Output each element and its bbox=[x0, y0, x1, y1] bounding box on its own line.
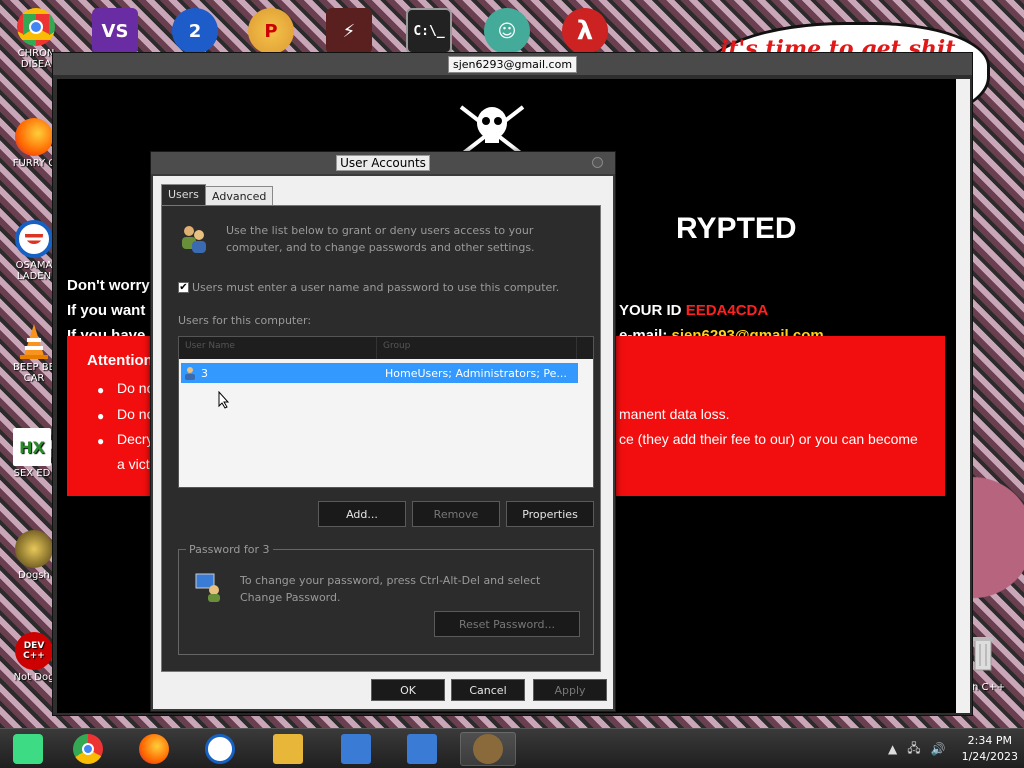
network-setup-icon bbox=[341, 734, 371, 764]
tab-users[interactable]: Users bbox=[161, 184, 206, 206]
close-icon[interactable] bbox=[592, 157, 603, 168]
user-computer-icon bbox=[195, 573, 220, 602]
password-help-text: To change your password, press Ctrl-Alt-… bbox=[240, 574, 541, 604]
bullet-dot: ● bbox=[97, 383, 105, 397]
bullet-3: Decry bbox=[117, 431, 154, 447]
user-icon bbox=[185, 367, 195, 380]
user-name-cell: 3 bbox=[201, 366, 208, 380]
tab-advanced[interactable]: Advanced bbox=[205, 186, 274, 206]
password-group-label: Password for 3 bbox=[186, 543, 273, 556]
group-cell: HomeUsers; Administrators; Pe... bbox=[385, 366, 567, 380]
column-header-user-name[interactable]: User Name bbox=[179, 337, 377, 359]
bullet-2-right: manent data loss. bbox=[619, 406, 730, 422]
users-intro-text: Use the list below to grant or deny user… bbox=[226, 224, 535, 254]
ransom-id-value: EEDA4CDA bbox=[685, 302, 769, 319]
remove-user-button[interactable]: Remove bbox=[412, 501, 500, 527]
ransom-title: sjen6293@gmail.com bbox=[447, 55, 578, 73]
dialog-titlebar[interactable]: User Accounts bbox=[151, 152, 615, 174]
encrypted-heading: RYPTED bbox=[676, 212, 797, 245]
dialog-title: User Accounts bbox=[336, 155, 430, 171]
visual-studio-icon[interactable]: VS bbox=[92, 8, 138, 54]
users-list-label: Users for this computer: bbox=[178, 314, 312, 327]
folder-icon bbox=[273, 734, 303, 764]
taskbar: ▲ 🖧 🔊 2:34 PM 1/24/2023 bbox=[0, 728, 1024, 768]
half-life-icon[interactable]: λ bbox=[562, 8, 608, 54]
ransom-scrollbar[interactable] bbox=[956, 79, 970, 713]
bullet-1: Do no bbox=[117, 380, 155, 396]
bullet-dot: ● bbox=[97, 409, 105, 423]
android-studio-icon bbox=[13, 734, 43, 764]
taskbar-file-explorer[interactable] bbox=[260, 732, 316, 766]
skull-crossbones-icon bbox=[459, 105, 525, 157]
require-password-checkbox[interactable]: ✔ bbox=[178, 282, 189, 293]
system-tray: ▲ 🖧 🔊 2:34 PM 1/24/2023 bbox=[888, 732, 1018, 766]
taskbar-obama[interactable] bbox=[192, 732, 248, 766]
clock-date: 1/24/2023 bbox=[961, 750, 1018, 763]
taskbar-network-setup[interactable] bbox=[328, 732, 384, 766]
cancel-button[interactable]: Cancel bbox=[451, 679, 525, 701]
users-list-header: User Name Group bbox=[179, 337, 593, 359]
bullet-2: Do no bbox=[117, 406, 155, 422]
user-accounts-dialog: User Accounts Users Advanced Use the lis… bbox=[150, 151, 616, 712]
desktop-icon-label: n C++ bbox=[972, 682, 1006, 693]
column-header-group[interactable]: Group bbox=[377, 337, 577, 359]
network-icon[interactable]: 🖧 bbox=[907, 739, 920, 760]
network-setup-icon bbox=[407, 734, 437, 764]
clock[interactable]: 2:34 PM 1/24/2023 bbox=[962, 733, 1018, 765]
clock-time: 2:34 PM bbox=[967, 734, 1012, 747]
hx-icon: HX bbox=[13, 428, 51, 466]
p-app-icon[interactable]: P bbox=[248, 8, 294, 54]
table-row[interactable]: 3 HomeUsers; Administrators; Pe... bbox=[181, 363, 578, 383]
obama-logo-icon bbox=[15, 220, 53, 258]
dev-cpp-icon: DEV C++ bbox=[15, 632, 53, 670]
bullet-dot: ● bbox=[97, 434, 105, 448]
ransom-line-1: Don't worry bbox=[67, 277, 150, 294]
taskbar-chrome[interactable] bbox=[60, 732, 116, 766]
ransom-id-label: YOUR ID bbox=[619, 302, 686, 319]
bullet-3-continued: a vict bbox=[117, 456, 150, 472]
bullet-3-right: ce (they add their fee to our) or you ca… bbox=[619, 431, 918, 447]
taskbar-firefox[interactable] bbox=[126, 732, 182, 766]
firefox-icon bbox=[139, 734, 169, 764]
ransom-titlebar: sjen6293@gmail.com bbox=[53, 53, 972, 75]
add-user-button[interactable]: Add... bbox=[318, 501, 406, 527]
ransom-id-line: YOUR ID EEDA4CDA bbox=[619, 302, 768, 319]
dialog-frame: Users Advanced Use the list below to gra… bbox=[153, 176, 613, 709]
ransom-line-2-left: If you want bbox=[67, 302, 146, 319]
users-tab-panel: Use the list below to grant or deny user… bbox=[161, 205, 601, 672]
users-group-icon bbox=[182, 226, 206, 253]
firefox-icon bbox=[15, 118, 53, 156]
dog-icon bbox=[15, 530, 53, 568]
thunder-game-icon[interactable]: ⚡ bbox=[326, 8, 372, 54]
apply-button[interactable]: Apply bbox=[533, 679, 607, 701]
attention-heading: Attention bbox=[87, 352, 153, 369]
users-group-icon bbox=[473, 734, 503, 764]
traffic-cone-icon bbox=[15, 322, 53, 360]
require-password-label[interactable]: Users must enter a user name and passwor… bbox=[192, 281, 559, 294]
chrome-icon bbox=[17, 8, 55, 46]
taskbar-android-studio[interactable] bbox=[0, 732, 56, 766]
reset-password-button[interactable]: Reset Password... bbox=[434, 611, 580, 637]
taskbar-network-setup-2[interactable] bbox=[394, 732, 450, 766]
mouse-cursor-icon bbox=[218, 391, 230, 409]
cmd-icon[interactable]: C:\_ bbox=[406, 8, 452, 54]
chrome-icon bbox=[73, 734, 103, 764]
volume-icon[interactable]: 🔊 bbox=[931, 742, 946, 756]
vcs-2-icon[interactable]: 2 bbox=[172, 8, 218, 54]
obama-logo-icon bbox=[205, 734, 235, 764]
show-hidden-icons-icon[interactable]: ▲ bbox=[888, 742, 897, 756]
ok-button[interactable]: OK bbox=[371, 679, 445, 701]
recycle-bin-icon[interactable] bbox=[972, 634, 994, 674]
taskbar-user-accounts[interactable] bbox=[460, 732, 516, 766]
properties-button[interactable]: Properties bbox=[506, 501, 594, 527]
santa-icon[interactable]: ☺ bbox=[484, 8, 530, 54]
users-listbox[interactable]: User Name Group 3 HomeUsers; Administrat… bbox=[178, 336, 594, 488]
